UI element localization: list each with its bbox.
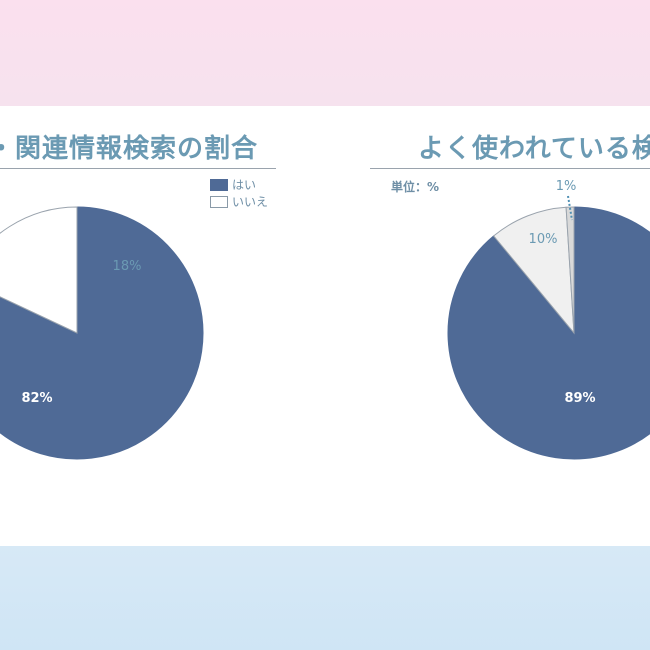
pie-value-label-2: 1% [556, 179, 577, 194]
top-gradient-band [0, 0, 650, 106]
right-pie-chart: 89% 10% 1% [447, 179, 650, 460]
bottom-gradient-band [0, 546, 650, 650]
chart-slide: ・関連情報検索の割合 はい いいえ 82% 18% よく使われている検 単位：% … [0, 106, 650, 546]
pie-value-label-1: 10% [529, 232, 558, 247]
pie-value-label-0: 89% [564, 391, 595, 406]
